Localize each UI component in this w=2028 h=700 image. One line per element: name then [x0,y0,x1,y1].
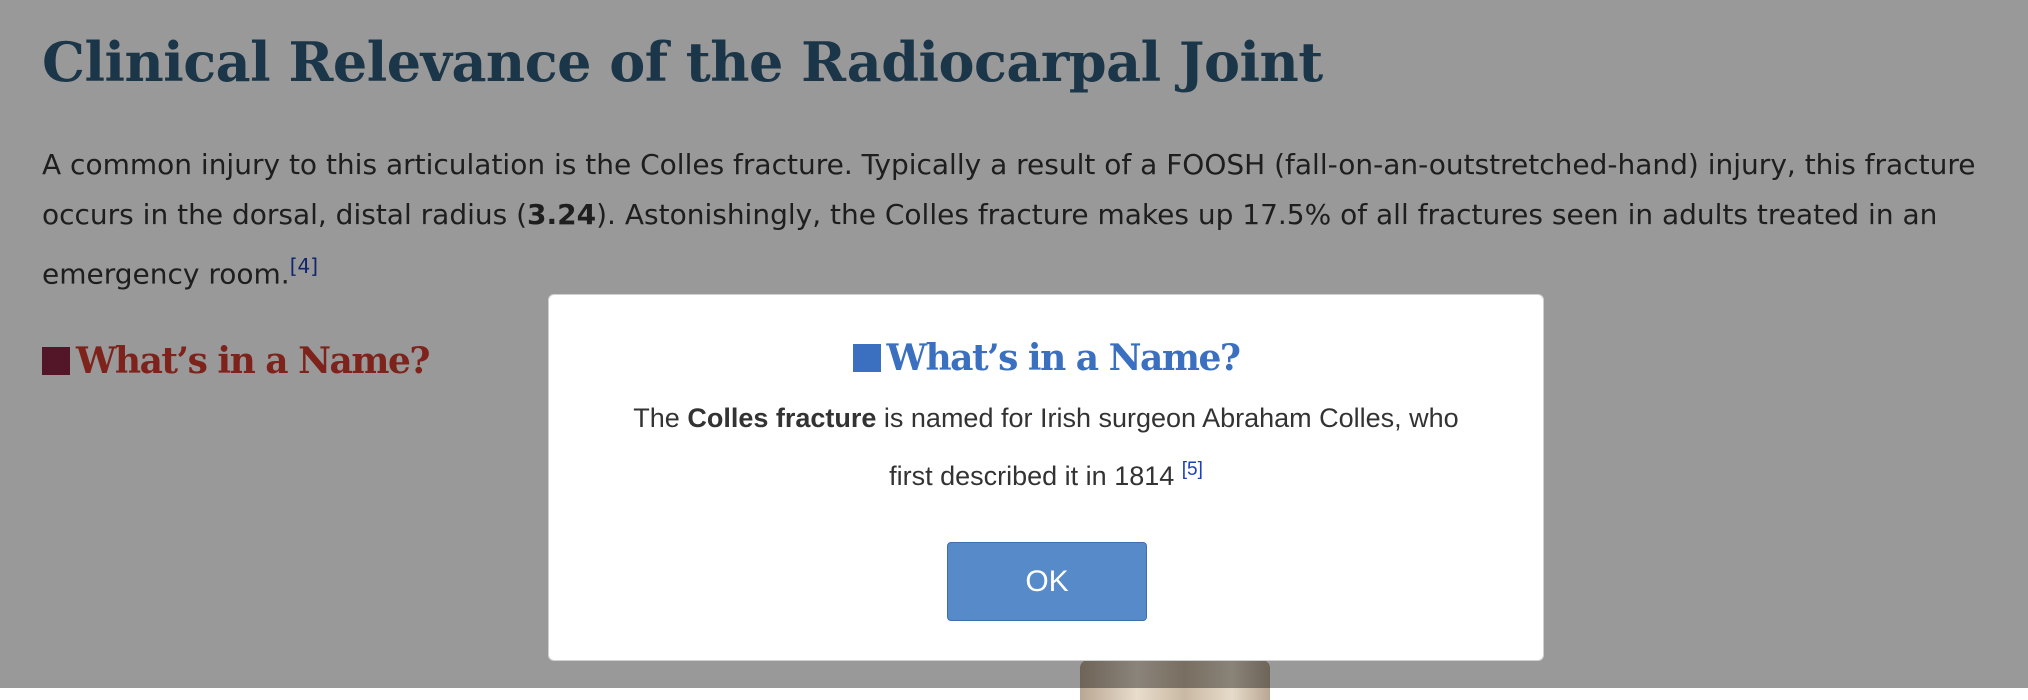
modal-heading: What’s in a Name? [549,337,1543,379]
modal-dialog: What’s in a Name? The Colles fracture is… [548,294,1544,661]
ok-button[interactable]: OK [947,542,1147,621]
modal-citation-superscript: [5] [1182,455,1203,480]
modal-body-text: The Colles fracture is named for Irish s… [609,393,1483,501]
modal-text-suffix: is named for Irish surgeon Abraham Colle… [876,403,1459,491]
modal-heading-label: What’s in a Name? [886,337,1241,379]
citation-link-5[interactable]: [5] [1182,459,1203,480]
square-marker-icon [852,344,881,372]
modal-text-bold: Colles fracture [687,403,877,433]
modal-text-prefix: The [633,403,688,433]
